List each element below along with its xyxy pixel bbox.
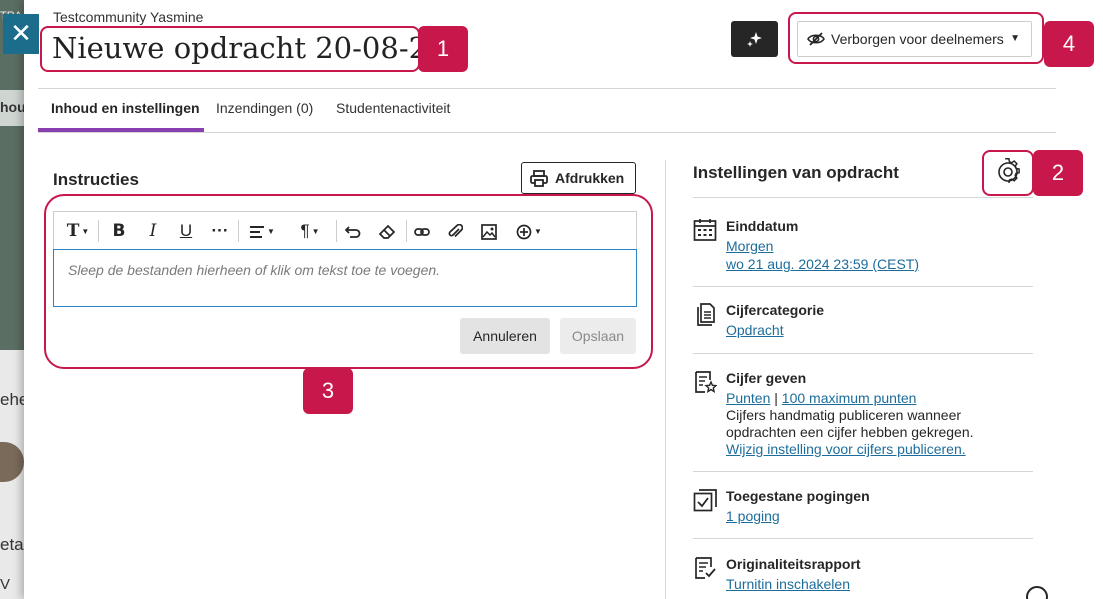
grading-scale: Punten | 100 maximum punten — [726, 390, 916, 406]
originality-report-icon — [695, 557, 716, 579]
close-button[interactable]: ✕ — [3, 14, 39, 54]
ai-assist-button[interactable] — [731, 21, 778, 57]
gear-icon[interactable] — [994, 158, 1022, 186]
image-icon[interactable] — [478, 220, 500, 242]
grading-note: Cijfers handmatig publiceren wanneer — [726, 407, 962, 423]
grading-setting: Cijfer geven Punten | 100 maximum punten… — [693, 370, 1033, 460]
grading-publish-link[interactable]: Wijzig instelling voor cijfers publicere… — [726, 441, 966, 457]
grade-category-link[interactable]: Opdracht — [726, 322, 784, 338]
settings-divider — [693, 286, 1033, 287]
toolbar-divider — [238, 220, 239, 242]
column-divider — [665, 160, 666, 599]
callout-badge: 3 — [303, 368, 353, 414]
grading-separator: | — [774, 390, 778, 406]
eraser-icon[interactable] — [376, 220, 398, 242]
editor-toolbar: T ▼ B I U ··· ▼ ¶ ▼ ▼ — [53, 211, 637, 249]
settings-divider — [693, 197, 1033, 198]
insert-icon[interactable]: ▼ — [512, 220, 546, 242]
callout-badge: 2 — [1033, 150, 1083, 196]
settings-divider — [693, 471, 1033, 472]
attempts-link[interactable]: 1 poging — [726, 508, 780, 524]
editor-placeholder: Sleep de bestanden hierheen of klik om t… — [68, 262, 441, 278]
save-button[interactable]: Opslaan — [560, 318, 636, 354]
due-date-link[interactable]: wo 21 aug. 2024 23:59 (CEST) — [726, 256, 919, 272]
paragraph-icon[interactable]: ¶ ▼ — [294, 220, 326, 242]
instructions-heading: Instructies — [53, 170, 139, 189]
grading-note: opdrachten een cijfer hebben gekregen. — [726, 424, 974, 440]
course-name: Testcommunity Yasmine — [53, 9, 204, 25]
settings-divider — [693, 353, 1033, 354]
settings-divider — [693, 538, 1033, 539]
visibility-select[interactable]: Verborgen voor deelnemers ▼ — [797, 21, 1032, 57]
text-size-icon[interactable]: T ▼ — [62, 220, 94, 242]
grade-category-setting: Cijfercategorie Opdracht — [693, 302, 1033, 342]
background-text: ehe — [0, 390, 24, 409]
attempts-icon — [693, 489, 717, 512]
originality-setting: Originaliteitsrapport Turnitin inschakel… — [693, 556, 1033, 596]
background-text: eta — [0, 535, 24, 554]
page-title[interactable]: Nieuwe opdracht 20-08-24 — [52, 31, 446, 65]
tabs-divider — [38, 132, 1056, 133]
chevron-down-icon: ▼ — [1010, 33, 1020, 44]
close-icon: ✕ — [10, 18, 32, 48]
printer-icon — [530, 170, 548, 187]
sparkle-icon — [746, 32, 762, 47]
attach-icon[interactable] — [444, 220, 466, 242]
toolbar-divider — [98, 220, 99, 242]
document-icon — [697, 303, 715, 326]
tab-submissions[interactable]: Inzendingen (0) — [216, 100, 313, 116]
tab-content-settings[interactable]: Inhoud en instellingen — [51, 100, 200, 116]
header-divider — [38, 88, 1056, 89]
toolbar-divider — [406, 220, 407, 242]
print-label: Afdrukken — [555, 170, 625, 186]
grading-icon — [695, 371, 717, 393]
originality-title: Originaliteitsrapport — [726, 556, 861, 572]
link-icon[interactable] — [411, 220, 433, 242]
attempts-title: Toegestane pogingen — [726, 488, 870, 504]
cancel-button[interactable]: Annuleren — [460, 318, 550, 354]
more-icon[interactable]: ··· — [208, 220, 232, 242]
print-button[interactable]: Afdrukken — [521, 162, 636, 194]
align-icon[interactable]: ▼ — [245, 220, 279, 242]
calendar-icon — [693, 219, 717, 241]
due-date-title: Einddatum — [726, 218, 799, 234]
grading-title: Cijfer geven — [726, 370, 807, 386]
eye-slash-icon — [807, 32, 825, 46]
bold-icon[interactable]: B — [108, 220, 130, 242]
tab-student-activity[interactable]: Studentenactiviteit — [336, 100, 450, 116]
background-text: V — [0, 576, 11, 593]
originality-link[interactable]: Turnitin inschakelen — [726, 576, 850, 592]
visibility-label: Verborgen voor deelnemers — [831, 31, 1004, 47]
instructions-editor[interactable]: Sleep de bestanden hierheen of klik om t… — [53, 249, 637, 307]
grading-unit-link[interactable]: Punten — [726, 390, 770, 406]
callout-badge: 1 — [418, 26, 468, 72]
due-date-relative-link[interactable]: Morgen — [726, 238, 773, 254]
grading-max-link[interactable]: 100 maximum punten — [782, 390, 917, 406]
attempts-setting: Toegestane pogingen 1 poging — [693, 488, 1033, 528]
undo-icon[interactable] — [342, 220, 364, 242]
toolbar-divider — [336, 220, 337, 242]
italic-icon[interactable]: I — [142, 220, 164, 242]
due-date-setting: Einddatum Morgen wo 21 aug. 2024 23:59 (… — [693, 218, 1033, 278]
callout-badge: 4 — [1044, 21, 1094, 67]
settings-heading: Instellingen van opdracht — [693, 163, 899, 182]
background-text: houd — [0, 99, 24, 115]
background-page: TRA houd ehe eta V — [0, 0, 24, 599]
grade-category-title: Cijfercategorie — [726, 302, 825, 318]
underline-icon[interactable]: U — [175, 220, 197, 242]
